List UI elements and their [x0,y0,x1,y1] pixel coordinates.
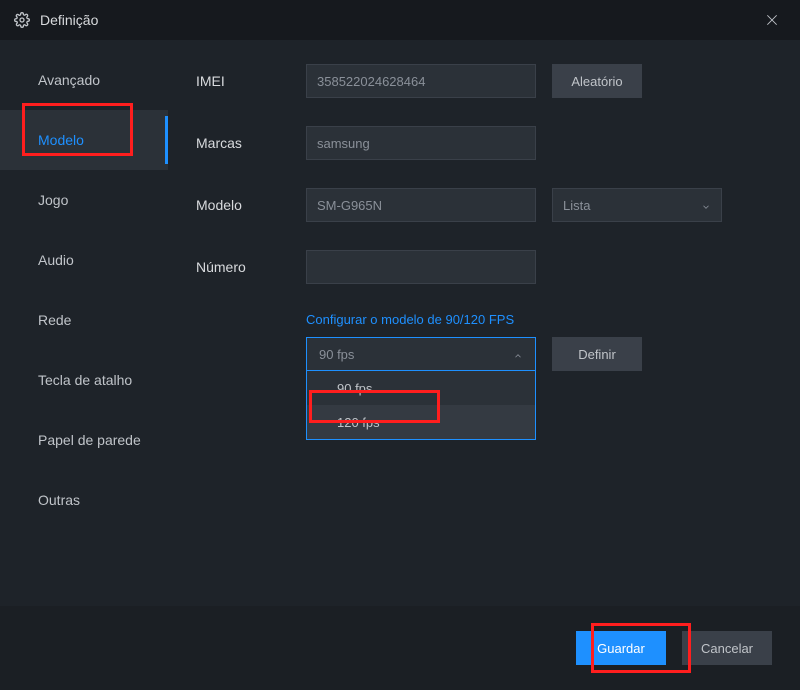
brand-label: Marcas [196,135,306,151]
fps-dropdown: 90 fps 90 fps 120 fps [306,337,536,440]
model-list-label: Lista [563,198,590,213]
fps-dropdown-list: 90 fps 120 fps [306,371,536,440]
sidebar-item-model[interactable]: Modelo [0,110,168,170]
gear-icon [14,12,30,28]
model-input[interactable]: SM-G965N [306,188,536,222]
sidebar-item-network[interactable]: Rede [0,290,168,350]
fps-option-90[interactable]: 90 fps [307,371,535,405]
sidebar-item-hotkey[interactable]: Tecla de atalho [0,350,168,410]
brand-value: samsung [317,136,370,151]
sidebar-item-label: Modelo [38,132,84,148]
window-title: Definição [40,12,98,28]
chevron-up-icon [513,349,523,359]
sidebar-item-audio[interactable]: Audio [0,230,168,290]
close-button[interactable] [758,6,786,34]
titlebar: Definição [0,0,800,40]
random-imei-button[interactable]: Aleatório [552,64,642,98]
model-label: Modelo [196,197,306,213]
fps-option-label: 120 fps [337,415,380,430]
fps-selected: 90 fps [319,347,354,362]
define-fps-button[interactable]: Definir [552,337,642,371]
fps-dropdown-head[interactable]: 90 fps [306,337,536,371]
sidebar-item-label: Avançado [38,72,100,88]
save-button[interactable]: Guardar [576,631,666,665]
sidebar-item-label: Audio [38,252,74,268]
sidebar-item-label: Rede [38,312,71,328]
imei-label: IMEI [196,73,306,89]
settings-window: Definição Avançado Modelo Jogo Audio Red… [0,0,800,690]
sidebar-item-other[interactable]: Outras [0,470,168,530]
sidebar: Avançado Modelo Jogo Audio Rede Tecla de… [0,40,168,606]
sidebar-item-label: Tecla de atalho [38,372,132,388]
model-value: SM-G965N [317,198,382,213]
cancel-button[interactable]: Cancelar [682,631,772,665]
chevron-down-icon [701,200,711,210]
number-input[interactable] [306,250,536,284]
fps-section-title: Configurar o modelo de 90/120 FPS [306,312,772,327]
sidebar-item-label: Jogo [38,192,68,208]
sidebar-item-wallpaper[interactable]: Papel de parede [0,410,168,470]
fps-option-120[interactable]: 120 fps [307,405,535,439]
brand-input[interactable]: samsung [306,126,536,160]
imei-value: 358522024628464 [317,74,425,89]
fps-option-label: 90 fps [337,381,372,396]
number-label: Número [196,259,306,275]
footer: Guardar Cancelar [0,606,800,690]
model-list-select[interactable]: Lista [552,188,722,222]
sidebar-item-game[interactable]: Jogo [0,170,168,230]
sidebar-item-label: Outras [38,492,80,508]
sidebar-item-advanced[interactable]: Avançado [0,50,168,110]
main-panel: IMEI 358522024628464 Aleatório Marcas sa… [168,40,800,606]
imei-input[interactable]: 358522024628464 [306,64,536,98]
sidebar-item-label: Papel de parede [38,432,141,448]
